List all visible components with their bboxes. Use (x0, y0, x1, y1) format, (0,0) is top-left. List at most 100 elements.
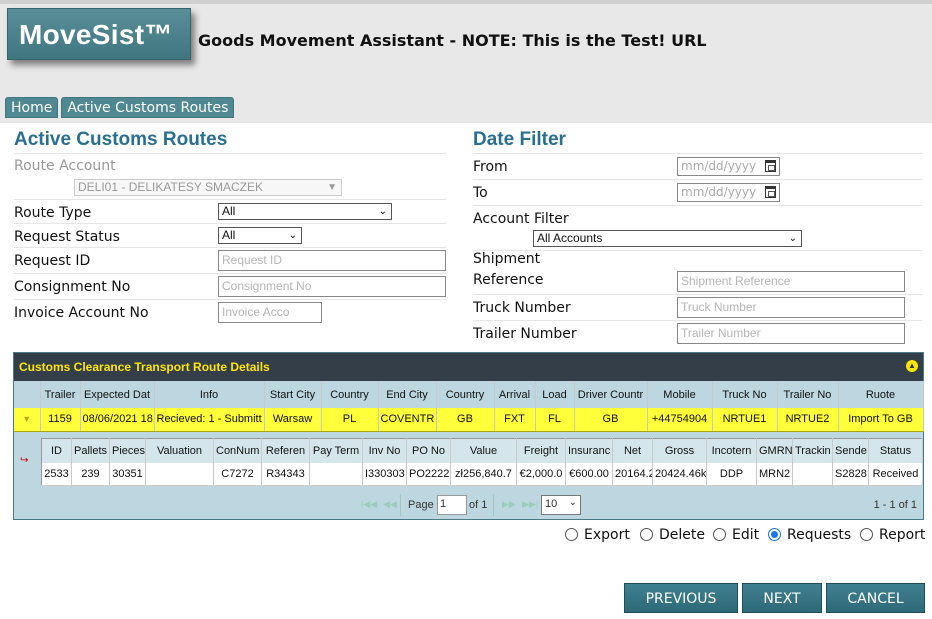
cell: Recieved: 1 - Submitt (154, 408, 265, 432)
next-button[interactable]: NEXT (742, 583, 822, 613)
sub-col-header[interactable]: Sende (832, 438, 869, 463)
sub-col-header[interactable]: Incotern (706, 438, 757, 463)
sub-col-header[interactable]: Pieces (109, 438, 146, 463)
sub-col-header[interactable]: Inv No (362, 438, 407, 463)
table-row[interactable]: 2533 239 30351 C7272 R34343 I330303 PO22… (41, 463, 923, 486)
page-number-input[interactable]: 1 (437, 495, 467, 515)
sub-col-header[interactable]: Referen (261, 438, 310, 463)
radio-label: Report (879, 527, 926, 543)
cell: 20164.2 (612, 463, 653, 486)
sub-col-header[interactable]: Freight (516, 438, 566, 463)
sub-col-header[interactable]: Pallets (71, 438, 110, 463)
chevron-down-icon: ⌄ (378, 206, 387, 217)
account-filter-label: Account Filter (473, 211, 569, 227)
col-header[interactable]: Ruote (838, 381, 924, 408)
col-header[interactable]: Trailer No (777, 381, 839, 408)
cancel-button[interactable]: CANCEL (826, 583, 925, 613)
cell: I330303 (362, 463, 407, 486)
request-id-input[interactable]: Request ID (218, 250, 446, 271)
breadcrumb-home[interactable]: Home (5, 97, 59, 118)
sub-col-header[interactable]: ID (41, 438, 72, 463)
calendar-icon[interactable] (765, 186, 776, 198)
page-of-label: of 1 (469, 499, 488, 511)
cell: GB (574, 408, 648, 432)
to-date-input[interactable]: mm/dd/yyyy (677, 183, 780, 202)
invoice-row: Invoice Account No Invoice Acco (14, 299, 446, 325)
sub-col-header[interactable]: Gross (652, 438, 707, 463)
request-status-select[interactable]: All ⌄ (218, 227, 302, 244)
first-page-icon[interactable]: |◀◀ (361, 499, 377, 510)
request-id-row: Request ID Request ID (14, 247, 446, 273)
col-header[interactable]: Country (436, 381, 495, 408)
col-header[interactable]: End City (378, 381, 437, 408)
radio-label: Export (584, 527, 630, 543)
radio-circle[interactable] (565, 528, 578, 541)
sub-col-header[interactable]: PO No (406, 438, 451, 463)
col-header[interactable]: Expected Dat (80, 381, 155, 408)
radio-label: Edit (732, 527, 760, 543)
consignment-input[interactable]: Consignment No (218, 276, 446, 297)
sub-col-header[interactable]: Insuranc (565, 438, 613, 463)
radio-circle[interactable] (640, 528, 653, 541)
sub-col-header[interactable]: Value (450, 438, 517, 463)
col-header[interactable]: Driver Countr (574, 381, 648, 408)
expand-row-icon[interactable]: ▼ (14, 408, 41, 432)
radio-label: Requests (787, 527, 852, 543)
calendar-icon[interactable] (765, 160, 776, 172)
table-row[interactable]: ▼ 1159 08/06/2021 18 Recieved: 1 - Submi… (14, 408, 924, 432)
sub-col-header[interactable]: Pay Term (309, 438, 363, 463)
invoice-input[interactable]: Invoice Acco (218, 302, 322, 323)
radio-circle-checked[interactable] (768, 528, 781, 541)
last-page-icon[interactable]: ▶▶| (522, 499, 538, 510)
collapse-icon[interactable]: ▲ (906, 360, 918, 372)
chevron-down-icon: ▼ (327, 182, 337, 193)
cell (309, 463, 363, 486)
col-header[interactable]: Truck No (712, 381, 778, 408)
sub-col-header[interactable]: Trackin (792, 438, 833, 463)
cell: PL (321, 408, 379, 432)
sub-col-header[interactable]: Net (612, 438, 653, 463)
from-date-input[interactable]: mm/dd/yyyy (677, 157, 780, 176)
page-size-select[interactable]: 10 ⌄ (541, 495, 581, 515)
shipment-label-2: Reference (473, 272, 544, 288)
col-header[interactable]: Country (321, 381, 379, 408)
cell (145, 463, 214, 486)
radio-circle[interactable] (860, 528, 873, 541)
sub-col-header[interactable]: GMRN (756, 438, 793, 463)
cell: FL (535, 408, 575, 432)
prev-page-icon[interactable]: ◀◀ (383, 499, 397, 510)
grid-caption-text: Customs Clearance Transport Route Detail… (19, 360, 270, 374)
account-filter-select[interactable]: All Accounts ⌄ (533, 230, 802, 247)
sub-col-header[interactable]: ConNum (213, 438, 262, 463)
cell: +44754904 (647, 408, 713, 432)
radio-export[interactable]: Export (565, 527, 630, 543)
radio-delete[interactable]: Delete (640, 527, 705, 543)
cell: FXT (494, 408, 536, 432)
page-label: Page (408, 499, 434, 511)
col-header[interactable]: Start City (264, 381, 322, 408)
cell: €600.00 (565, 463, 613, 486)
truck-number-input[interactable]: Truck Number (677, 297, 905, 318)
trailer-number-input[interactable]: Trailer Number (677, 323, 905, 344)
sub-col-header[interactable]: Status (868, 438, 923, 463)
route-account-value: DELI01 - DELIKATESY SMACZEK (78, 180, 263, 194)
next-page-icon[interactable]: ▶▶ (502, 499, 516, 510)
route-type-select[interactable]: All ⌄ (218, 203, 392, 220)
sub-col-header[interactable]: Valuation (145, 438, 214, 463)
radio-report[interactable]: Report (860, 527, 925, 543)
cell: PO2222 (406, 463, 451, 486)
route-account-row: Route Account DELI01 - DELIKATESY SMACZE… (14, 153, 446, 203)
col-header[interactable]: Mobile (647, 381, 713, 408)
radio-circle[interactable] (713, 528, 726, 541)
radio-edit[interactable]: Edit (713, 527, 759, 543)
previous-button[interactable]: PREVIOUS (624, 583, 738, 613)
col-header[interactable]: Arrival (494, 381, 536, 408)
shipment-reference-input[interactable]: Shipment Reference (677, 271, 905, 292)
route-type-label: Route Type (14, 205, 92, 221)
breadcrumb-active-routes[interactable]: Active Customs Routes (61, 97, 235, 118)
col-header[interactable]: Load (535, 381, 575, 408)
route-type-value: All (222, 204, 236, 218)
col-header[interactable]: Trailer (40, 381, 81, 408)
radio-requests[interactable]: Requests (768, 527, 851, 543)
col-header[interactable]: Info (154, 381, 265, 408)
